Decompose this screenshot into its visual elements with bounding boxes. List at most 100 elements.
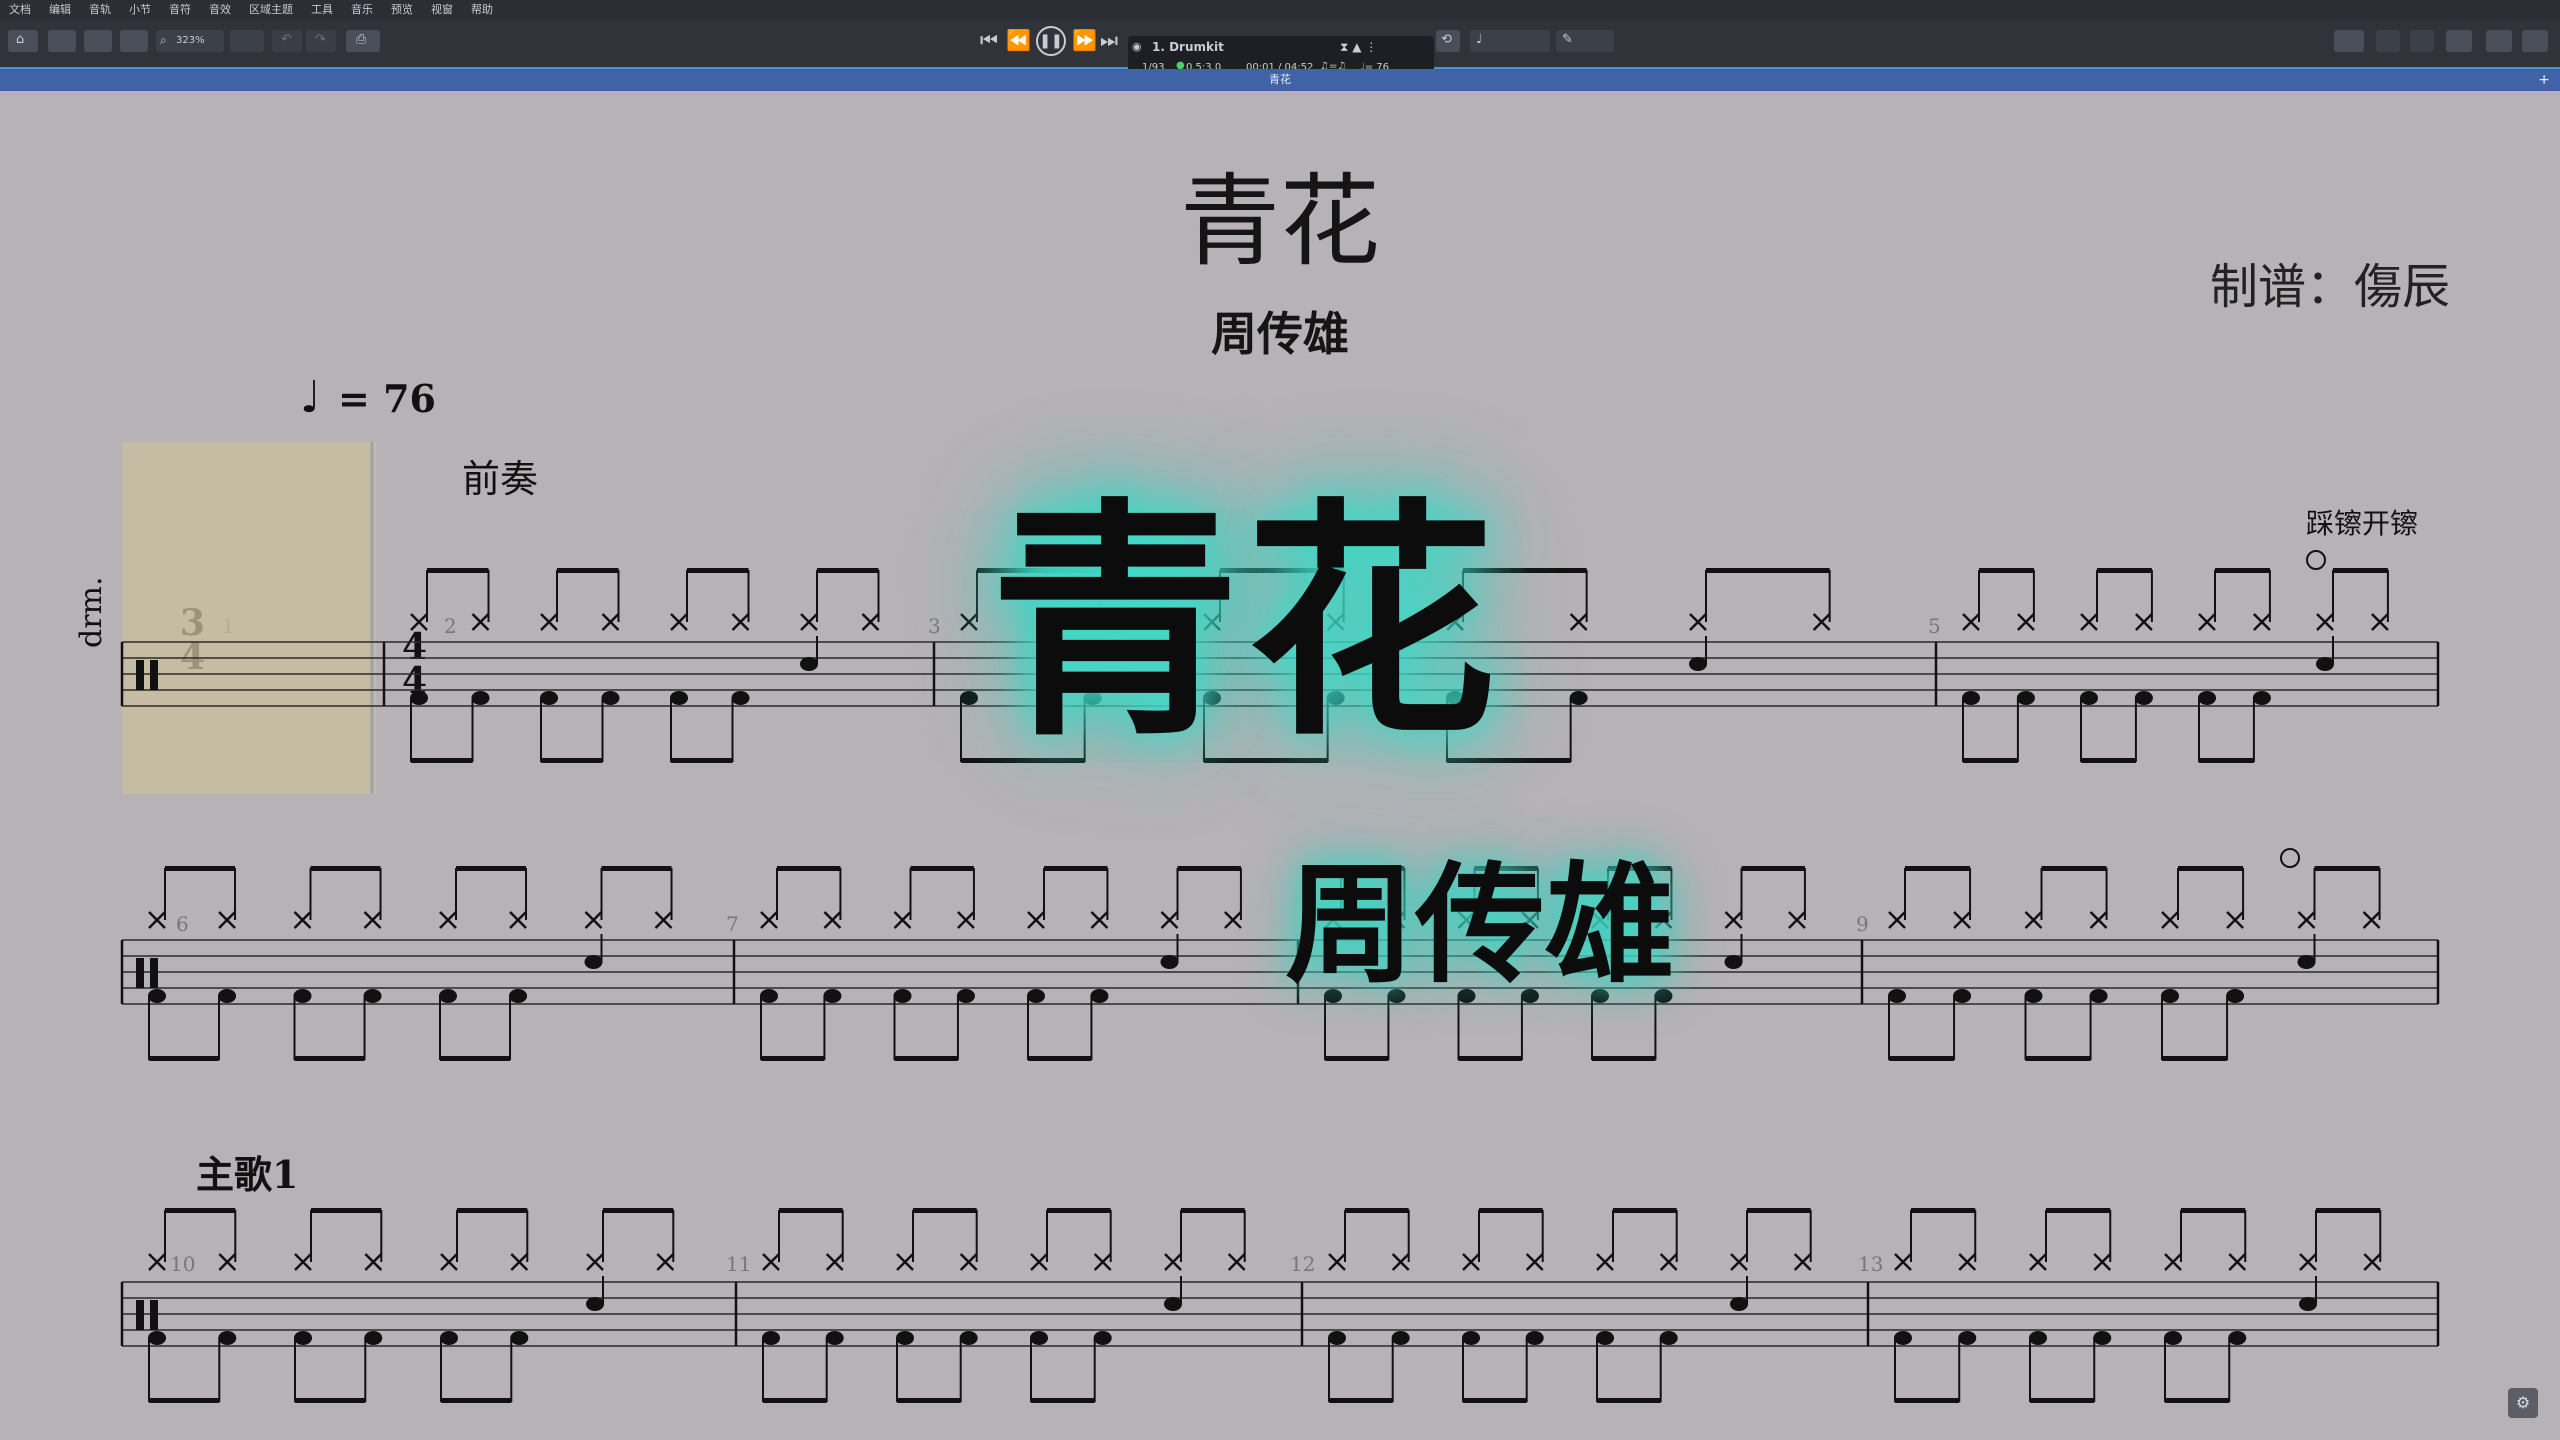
beam [1911,1208,1976,1213]
kick-note [509,989,528,1003]
page-settings-button[interactable]: ⚙ [2508,1388,2538,1418]
beam [310,866,381,871]
hihat-note [1525,1253,1544,1271]
beam [1345,1208,1409,1213]
kick-note [510,1331,529,1345]
bar-number: 6 [176,912,189,936]
hihat-note [1888,911,1906,929]
beam [457,1208,528,1213]
menu-sound[interactable]: 音乐 [342,0,382,18]
hihat-note [148,1253,166,1271]
loop-icon: ⟲ [1441,32,1452,47]
kick-note [1090,989,1109,1003]
beam [777,866,841,871]
menu-help[interactable]: 帮助 [462,0,502,18]
tempo-mark: = 76 [338,376,436,421]
layout-select[interactable] [230,30,264,52]
hihat-note [1730,1253,1748,1271]
hihat-note [218,911,236,929]
beam [1177,866,1241,871]
section-intro: 前奏 [462,457,539,501]
kick-note [1962,691,1980,705]
track-name[interactable]: 1. Drumkit [1152,40,1224,54]
kick-note [825,1331,844,1345]
score-title: 青花 [1180,163,1380,280]
hihat-note [2024,911,2043,929]
home-button[interactable]: ⌂ [8,30,38,52]
kick-note [1953,989,1972,1003]
menu-edit[interactable]: 编辑 [40,0,80,18]
beam [2041,866,2107,871]
search-icon: ⌕ [160,33,167,47]
kick-note [1093,1331,1112,1345]
hihat-note [1164,1253,1182,1271]
hihat-note [509,911,527,929]
kick-note [670,691,688,705]
undo-button[interactable]: ↶ [272,30,302,52]
snare-note [2297,955,2316,969]
snare-note [1160,955,1179,969]
settings-button[interactable] [2522,30,2548,52]
kick-note [218,989,237,1003]
snare-note [1724,955,1743,969]
menu-section[interactable]: 区域主题 [240,0,302,18]
menu-effect[interactable]: 音效 [200,0,240,18]
hihat-note [471,613,490,631]
speed-control[interactable]: ♩ [1470,30,1550,52]
kick-note [1596,1331,1614,1345]
score-transcriber: 制谱：傷辰 [2209,259,2450,315]
menu-track[interactable]: 音轨 [80,0,120,18]
skip-end-icon[interactable]: ⏭ [1100,28,1118,52]
tuner-button[interactable] [2376,30,2400,52]
kick-note [2161,989,2179,1003]
hihat-note [2253,613,2271,631]
hihat-note [2226,911,2244,929]
pick-control[interactable]: ✎ [1556,30,1614,52]
hihat-note [1596,1253,1614,1271]
beam [1325,1056,1389,1061]
redo-button[interactable]: ↷ [306,30,336,52]
menu-view[interactable]: 预览 [382,0,422,18]
kick-note [1328,1331,1346,1345]
fast-forward-icon[interactable]: ⏩ [1072,28,1097,52]
hihat-note [1462,1253,1480,1271]
panel-left-button[interactable] [48,30,76,52]
fretboard-button[interactable] [2486,30,2512,52]
skip-start-icon[interactable]: ⏮ [980,28,998,52]
menu-bar-item[interactable]: 小节 [120,0,160,18]
beam [779,1208,843,1213]
metronome-icon[interactable]: ⧗ ▲ ⋮ [1340,40,1377,55]
menu-file[interactable]: 文档 [0,0,40,18]
hihat-note [1958,1253,1977,1271]
hihat-note [1227,1253,1246,1271]
hihat-note [2164,1253,2182,1271]
instrument-button[interactable] [2446,30,2472,52]
beam [1044,866,1108,871]
beam [427,568,489,573]
document-tab[interactable]: 青花 + [0,69,2560,91]
panel-bottom-button[interactable] [84,30,112,52]
hihat-note [2299,1253,2317,1271]
kick-note [2016,691,2035,705]
hihat-note [957,911,975,929]
rewind-icon[interactable]: ⏪ [1006,28,1031,52]
menu-window[interactable]: 视窗 [422,0,462,18]
beam [1889,1056,1955,1061]
beam [894,1056,958,1061]
zoom-value: 323% [176,35,205,46]
snare-note [586,1297,604,1311]
beam [671,758,733,763]
mixer-button[interactable] [2334,30,2364,52]
add-tab-icon[interactable]: + [2538,69,2550,91]
chord-button[interactable] [2410,30,2434,52]
menu-tools[interactable]: 工具 [302,0,342,18]
panel-right-button[interactable] [120,30,148,52]
print-button[interactable]: ⎙ [346,30,380,52]
loop-button[interactable]: ⟲ [1436,30,1460,52]
kick-note [293,989,312,1003]
menu-note[interactable]: 音符 [160,0,200,18]
pause-icon[interactable]: ❚❚ [1036,26,1066,56]
bar-number: 11 [726,1252,752,1276]
zoom-control[interactable]: ⌕ 323% [156,30,224,52]
kick-note [2164,1331,2182,1345]
